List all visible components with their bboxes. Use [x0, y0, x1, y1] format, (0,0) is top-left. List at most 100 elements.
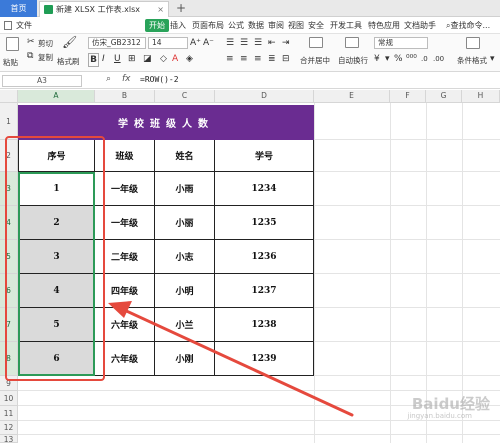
menu-features[interactable]: 特色应用: [368, 17, 400, 34]
search-command[interactable]: ⌕查找命令...: [446, 17, 490, 34]
close-icon[interactable]: ×: [157, 2, 164, 17]
table-cell-seq[interactable]: 5: [18, 308, 95, 342]
table-cell-seq[interactable]: 4: [18, 274, 95, 308]
dropdown-icon[interactable]: ▾: [385, 53, 390, 65]
conditional-format-icon[interactable]: [466, 37, 480, 49]
menu-data[interactable]: 数据: [248, 17, 264, 34]
column-header-d[interactable]: D: [215, 90, 314, 103]
row-header-6[interactable]: 6: [0, 274, 18, 308]
table-title[interactable]: 学校班级人数: [18, 105, 314, 140]
grow-font-icon[interactable]: A⁺: [190, 37, 201, 49]
decrease-decimal-icon[interactable]: .00: [433, 53, 444, 65]
column-header-g[interactable]: G: [426, 90, 462, 103]
column-header-b[interactable]: B: [95, 90, 155, 103]
paste-icon[interactable]: [6, 37, 19, 51]
indent-increase-icon[interactable]: ⇥: [282, 37, 290, 49]
fx-icon[interactable]: fx: [122, 74, 131, 84]
table-cell-class[interactable]: 六年级: [95, 308, 155, 342]
wrap-text-label[interactable]: 自动换行: [338, 55, 368, 66]
table-cell-seq[interactable]: 6: [18, 342, 95, 376]
border-icon[interactable]: ⊞: [128, 53, 136, 65]
menu-file[interactable]: 文件: [16, 17, 32, 34]
zoom-icon[interactable]: ⌕: [106, 74, 111, 84]
row-header-3[interactable]: 3: [0, 172, 18, 206]
increase-decimal-icon[interactable]: .0: [421, 53, 428, 65]
align-middle-icon[interactable]: ☰: [240, 37, 248, 49]
row-header-1[interactable]: 1: [0, 103, 18, 140]
header-seq[interactable]: 序号: [18, 140, 95, 172]
table-cell-class[interactable]: 一年级: [95, 206, 155, 240]
format-painter-icon[interactable]: 🖌: [62, 36, 77, 48]
file-tab[interactable]: 新建 XLSX 工作表.xlsx ×: [39, 1, 169, 17]
table-cell-name[interactable]: 小兰: [155, 308, 215, 342]
table-cell-name[interactable]: 小志: [155, 240, 215, 274]
indent-decrease-icon[interactable]: ⇤: [268, 37, 276, 49]
menu-view[interactable]: 视图: [288, 17, 304, 34]
fill-color-icon[interactable]: ◪: [143, 53, 152, 65]
table-cell-id[interactable]: 1234: [215, 172, 314, 206]
erase-icon[interactable]: ◇: [160, 53, 167, 65]
table-cell-seq[interactable]: 3: [18, 240, 95, 274]
menu-doc-assistant[interactable]: 文档助手: [404, 17, 436, 34]
font-size-select[interactable]: 14: [148, 37, 188, 49]
table-cell-id[interactable]: 1235: [215, 206, 314, 240]
clear-format-icon[interactable]: ◈: [186, 53, 193, 65]
font-color-icon[interactable]: A: [172, 53, 178, 65]
bold-icon[interactable]: B: [88, 53, 99, 67]
menu-developer[interactable]: 开发工具: [330, 17, 362, 34]
menu-page-layout[interactable]: 页面布局: [192, 17, 224, 34]
cut-label[interactable]: 剪切: [38, 38, 53, 49]
chevron-down-icon[interactable]: ▾: [490, 53, 495, 65]
align-center-icon[interactable]: ≡: [240, 53, 248, 65]
header-name[interactable]: 姓名: [155, 140, 215, 172]
table-cell-class[interactable]: 四年级: [95, 274, 155, 308]
merge-center-label[interactable]: 合并居中: [300, 55, 330, 66]
formula-input[interactable]: =ROW()-2: [140, 75, 179, 84]
table-cell-class[interactable]: 六年级: [95, 342, 155, 376]
table-cell-id[interactable]: 1236: [215, 240, 314, 274]
menu-review[interactable]: 审阅: [268, 17, 284, 34]
thousands-icon[interactable]: ⁰⁰⁰: [406, 53, 417, 65]
table-cell-id[interactable]: 1237: [215, 274, 314, 308]
row-header-13[interactable]: 13: [0, 435, 18, 443]
format-painter-label[interactable]: 格式刷: [57, 56, 80, 67]
column-header-h[interactable]: H: [462, 90, 500, 103]
table-cell-class[interactable]: 二年级: [95, 240, 155, 274]
name-box[interactable]: A3: [2, 75, 82, 87]
home-tab[interactable]: 首页: [0, 0, 37, 17]
distribute-icon[interactable]: ⊟: [282, 53, 290, 65]
select-all-corner[interactable]: [0, 90, 18, 103]
menu-home[interactable]: 开始: [145, 19, 169, 32]
justify-icon[interactable]: ≣: [268, 53, 276, 65]
row-header-7[interactable]: 7: [0, 308, 18, 342]
row-header-9[interactable]: 9: [0, 376, 18, 391]
row-header-2[interactable]: 2: [0, 140, 18, 172]
align-right-icon[interactable]: ≡: [254, 53, 262, 65]
table-cell-id[interactable]: 1239: [215, 342, 314, 376]
table-cell-name[interactable]: 小雨: [155, 172, 215, 206]
align-top-icon[interactable]: ☰: [226, 37, 234, 49]
row-header-8[interactable]: 8: [0, 342, 18, 376]
column-header-f[interactable]: F: [390, 90, 426, 103]
conditional-format-label[interactable]: 条件格式: [457, 55, 487, 66]
row-header-12[interactable]: 12: [0, 421, 18, 435]
table-cell-name[interactable]: 小刚: [155, 342, 215, 376]
italic-icon[interactable]: I: [102, 53, 105, 65]
column-header-c[interactable]: C: [155, 90, 215, 103]
copy-label[interactable]: 复制: [38, 52, 53, 63]
header-class[interactable]: 班级: [95, 140, 155, 172]
table-cell-seq[interactable]: 2: [18, 206, 95, 240]
paste-label[interactable]: 粘贴: [3, 57, 18, 68]
row-header-4[interactable]: 4: [0, 206, 18, 240]
row-header-11[interactable]: 11: [0, 406, 18, 421]
align-bottom-icon[interactable]: ☰: [254, 37, 262, 49]
row-header-5[interactable]: 5: [0, 240, 18, 274]
row-header-10[interactable]: 10: [0, 391, 18, 406]
font-name-select[interactable]: 仿宋_GB2312: [88, 37, 146, 49]
wrap-text-icon[interactable]: [345, 37, 359, 48]
table-cell-name[interactable]: 小丽: [155, 206, 215, 240]
number-format-select[interactable]: 常规: [374, 37, 428, 49]
new-tab-button[interactable]: +: [176, 0, 186, 16]
spreadsheet-grid[interactable]: A B C D E F G H 1 2 3 4 5 6 7 8 9 10 11 …: [0, 90, 500, 443]
header-student-id[interactable]: 学号: [215, 140, 314, 172]
